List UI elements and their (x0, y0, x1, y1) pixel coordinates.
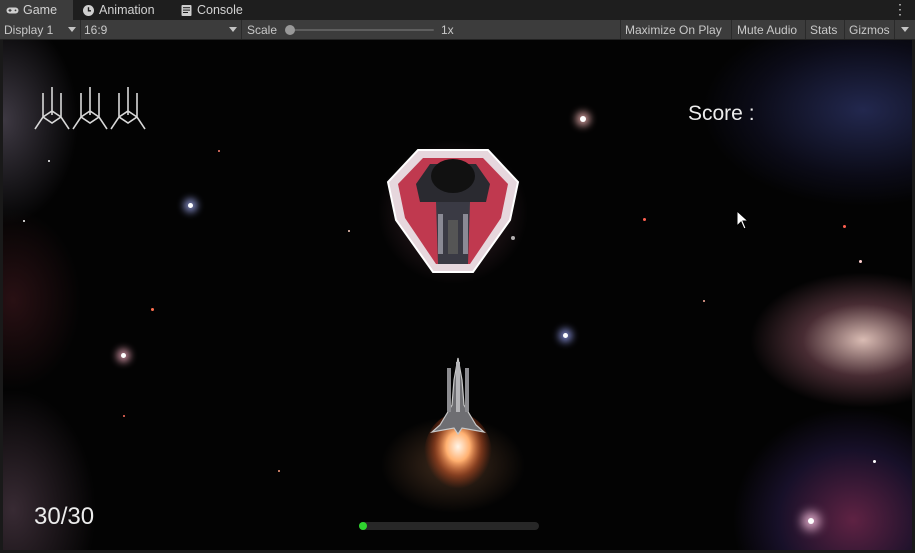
star (151, 308, 154, 311)
tab-label: Game (23, 3, 58, 17)
ammo-counter: 30/30 (34, 503, 95, 530)
star (48, 160, 50, 162)
star (843, 225, 846, 228)
star (563, 333, 568, 338)
score-label: Score : (688, 102, 755, 125)
console-icon (180, 4, 193, 17)
star (643, 218, 646, 221)
lives-indicator (34, 87, 146, 130)
level-progress-fill (359, 522, 367, 530)
star (121, 353, 126, 358)
star (580, 116, 586, 122)
mute-audio-toggle[interactable]: Mute Audio (737, 20, 797, 39)
star (188, 203, 193, 208)
mouse-cursor-icon (736, 210, 750, 230)
star (23, 220, 25, 222)
life-ship-icon (34, 87, 70, 130)
scale-slider-handle[interactable] (285, 25, 295, 35)
stats-toggle[interactable]: Stats (810, 20, 837, 39)
aspect-dropdown[interactable]: 16:9 (84, 20, 240, 39)
life-ship-icon (110, 87, 146, 130)
tab-bar: Game Animation Console ⋮ (0, 0, 915, 21)
game-view[interactable]: Score : 30/30 (3, 40, 912, 550)
player-ship (424, 357, 492, 497)
star (348, 230, 350, 232)
star (808, 518, 814, 524)
star (703, 300, 705, 302)
scale-slider-track[interactable] (287, 29, 434, 31)
scale-value: 1x (441, 22, 454, 37)
star (859, 260, 862, 263)
aspect-value: 16:9 (84, 22, 108, 37)
level-progress-bar (359, 522, 539, 530)
display-value: Display 1 (4, 22, 54, 37)
tab-label: Animation (99, 3, 155, 17)
star (123, 415, 125, 417)
tab-game[interactable]: Game (0, 0, 73, 20)
life-ship-icon (72, 87, 108, 130)
maximize-on-play-toggle[interactable]: Maximize On Play (625, 20, 722, 39)
star (278, 470, 280, 472)
gamepad-icon (6, 4, 19, 17)
tab-console[interactable]: Console (175, 0, 253, 20)
star (218, 150, 220, 152)
chevron-down-icon (68, 27, 76, 32)
star (873, 460, 876, 463)
tab-animation[interactable]: Animation (77, 0, 169, 20)
gizmos-menu-chevron-icon[interactable] (901, 27, 909, 32)
game-toolbar: Display 1 16:9 Scale 1x Maximize On Play… (0, 20, 915, 40)
enemy-ship (378, 140, 528, 284)
gizmos-toggle[interactable]: Gizmos (849, 20, 890, 39)
more-options-icon[interactable]: ⋮ (893, 2, 907, 16)
clock-icon (82, 4, 95, 17)
chevron-down-icon (229, 27, 237, 32)
display-dropdown[interactable]: Display 1 (4, 20, 78, 39)
scale-label: Scale (247, 22, 278, 37)
tab-label: Console (197, 3, 243, 17)
